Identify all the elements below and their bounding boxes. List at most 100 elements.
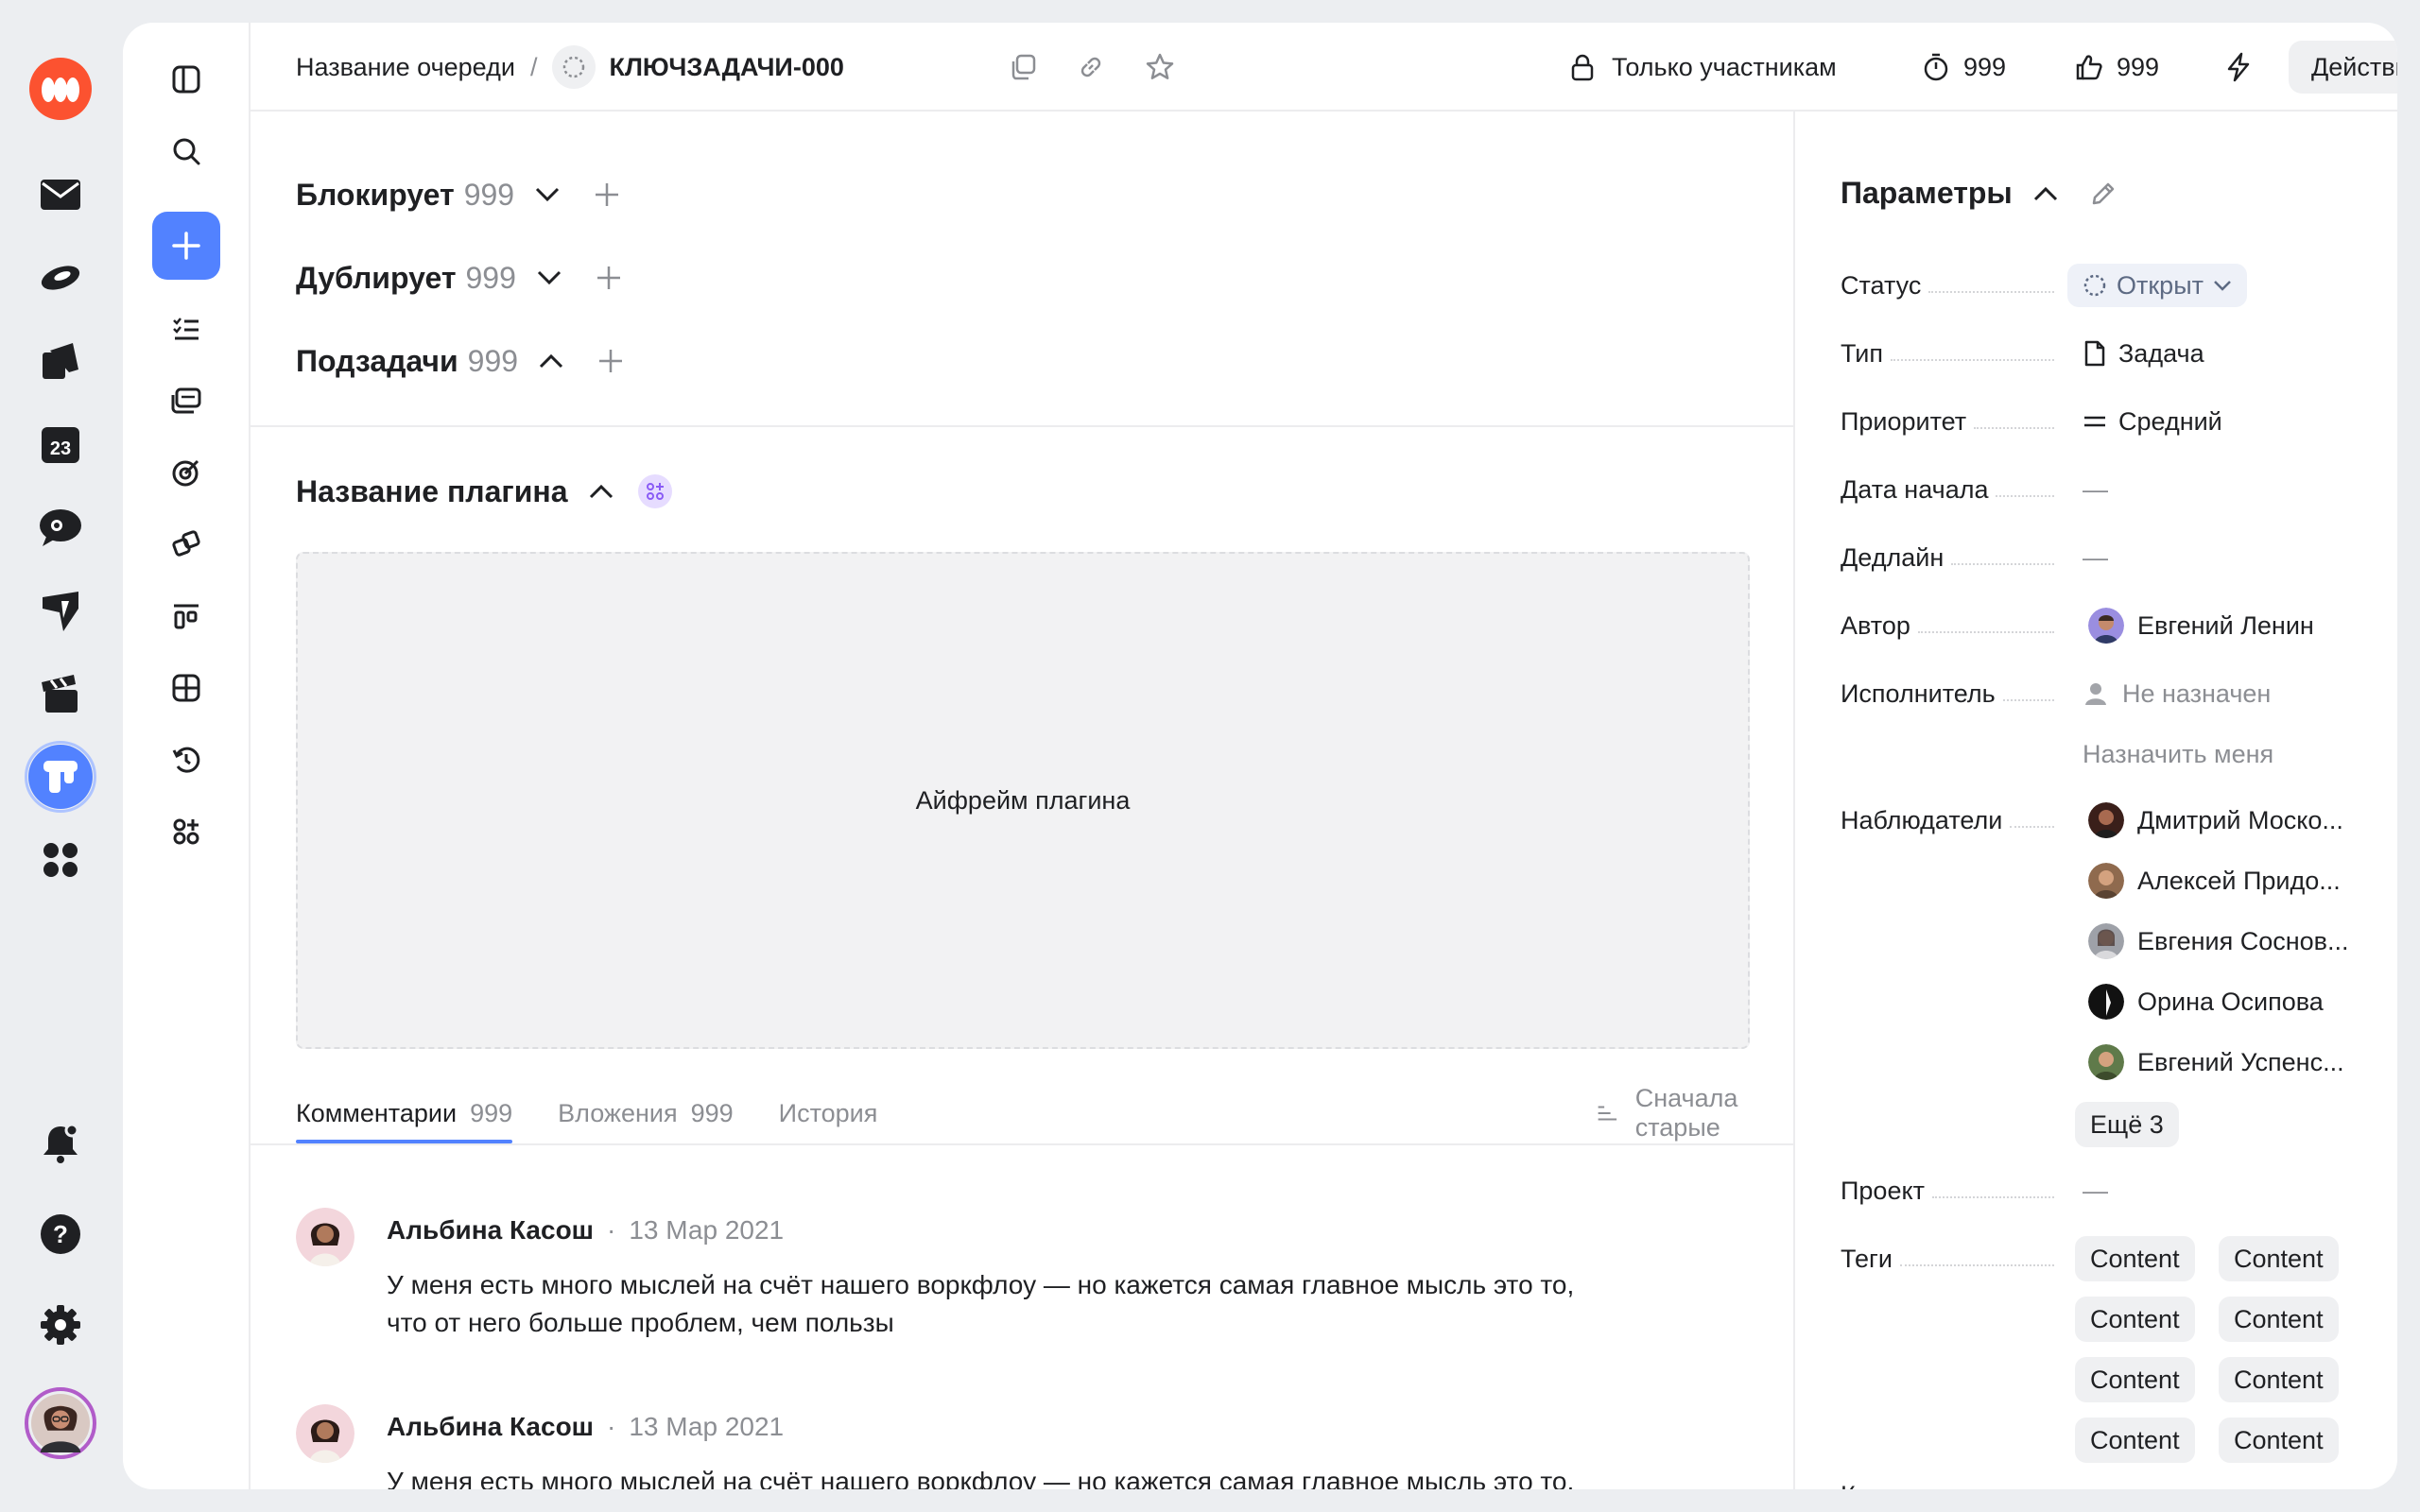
star-icon[interactable] xyxy=(1145,23,1175,112)
author-value: Евгений Ленин xyxy=(2137,610,2314,640)
type-value-field[interactable]: Задача xyxy=(2083,331,2204,376)
logo-icon[interactable] xyxy=(28,57,93,121)
history-icon[interactable] xyxy=(152,726,220,794)
links-duplicates[interactable]: Дублирует 999 xyxy=(296,249,622,306)
comment-author-avatar[interactable] xyxy=(296,1404,354,1463)
chevron-up-icon[interactable] xyxy=(2033,186,2058,201)
links-subtasks-label: Подзадачи xyxy=(296,343,458,378)
calendar-icon[interactable]: 23 xyxy=(28,412,93,476)
clapper-icon[interactable] xyxy=(28,662,93,726)
assignee-value-field[interactable]: Не назначен xyxy=(2083,671,2271,716)
settings-icon[interactable] xyxy=(28,1293,93,1357)
tag-chip[interactable]: Content xyxy=(2075,1297,2195,1342)
assign-me-link[interactable]: Назначить меня xyxy=(2083,731,2273,777)
comment-author-avatar[interactable] xyxy=(296,1208,354,1266)
plugin-iframe[interactable]: Айфрейм плагина xyxy=(296,552,1750,1049)
project-value[interactable]: — xyxy=(2083,1168,2108,1213)
messenger-icon[interactable] xyxy=(28,495,93,559)
assignee-value: Не назначен xyxy=(2122,679,2272,708)
param-author: Автор Евгений Ленин xyxy=(1841,603,2370,648)
comment-date: 13 Мар 2021 xyxy=(629,1215,785,1245)
chevron-up-icon[interactable] xyxy=(539,353,563,369)
issue-key[interactable]: КЛЮЧЗАДАЧИ-000 xyxy=(609,53,843,82)
status-dropdown[interactable]: Открыт xyxy=(2067,263,2247,308)
param-status: Статус Открыт xyxy=(1841,263,2370,308)
tag-chip[interactable]: Content xyxy=(2075,1357,2195,1402)
watcher-item[interactable]: Евгений Успенс... xyxy=(2088,1040,2344,1085)
links-blocks[interactable]: Блокирует 999 xyxy=(296,166,620,223)
tasks-icon[interactable] xyxy=(152,295,220,363)
copy-icon[interactable] xyxy=(1009,23,1037,112)
search-icon[interactable] xyxy=(152,117,220,185)
links-duplicates-count: 999 xyxy=(465,260,516,295)
status-value: Открыт xyxy=(2117,270,2204,300)
tag-chip[interactable]: Content xyxy=(2219,1297,2339,1342)
sort-toggle[interactable]: Сначала старые xyxy=(1597,1083,1793,1143)
tab-history[interactable]: История xyxy=(779,1083,878,1143)
more-watchers-button[interactable]: Ещё 3 xyxy=(2075,1102,2179,1147)
create-icon[interactable] xyxy=(152,212,220,280)
projects-icon[interactable] xyxy=(152,510,220,578)
profile-avatar[interactable] xyxy=(25,1387,96,1459)
deadline-value[interactable]: — xyxy=(2083,535,2108,580)
parameters-header[interactable]: Параметры xyxy=(1841,176,2117,211)
add-icon[interactable] xyxy=(596,265,622,291)
boards-icon[interactable] xyxy=(152,582,220,650)
docs-icon[interactable] xyxy=(28,329,93,393)
tracker-icon[interactable] xyxy=(25,741,96,813)
watcher-item[interactable]: Евгения Соснов... xyxy=(2088,919,2349,964)
disk-icon[interactable] xyxy=(28,246,93,310)
plugins-icon[interactable] xyxy=(152,798,220,866)
goals-icon[interactable] xyxy=(152,438,220,507)
issue-content: Блокирует 999 Дублирует 999 Подзадачи 99… xyxy=(251,112,1793,1489)
edit-icon[interactable] xyxy=(2090,180,2117,207)
thumbs-up-icon xyxy=(2076,55,2102,80)
watcher-item[interactable]: Дмитрий Моско... xyxy=(2088,798,2343,843)
access-badge[interactable]: Только участникам xyxy=(1568,23,1837,112)
sort-icon xyxy=(1598,1106,1617,1121)
tab-comments[interactable]: Комментарии 999 xyxy=(296,1083,513,1143)
param-tags-label: Теги xyxy=(1841,1244,1893,1273)
sort-label: Сначала старые xyxy=(1634,1084,1738,1142)
chevron-down-icon[interactable] xyxy=(535,187,560,202)
notifications-icon[interactable] xyxy=(28,1111,93,1176)
link-icon[interactable] xyxy=(1077,23,1105,112)
param-component-label: Компонент xyxy=(1841,1481,1969,1490)
tag-chip[interactable]: Content xyxy=(2075,1418,2195,1463)
priority-value-field[interactable]: Средний xyxy=(2083,399,2222,444)
tab-history-label: История xyxy=(778,1098,878,1127)
automation-icon[interactable] xyxy=(2224,23,2253,112)
param-deadline: Дедлайн — xyxy=(1841,535,2370,580)
tab-attachments[interactable]: Вложения 999 xyxy=(558,1083,734,1143)
dashboards-icon[interactable] xyxy=(152,654,220,722)
watcher-item[interactable]: Алексей Придо... xyxy=(2088,858,2341,903)
comment-author[interactable]: Альбина Касош xyxy=(387,1412,594,1442)
comment-author[interactable]: Альбина Касош xyxy=(387,1215,594,1246)
like-button[interactable]: 999 xyxy=(2075,23,2159,112)
start-date-value[interactable]: — xyxy=(2083,467,2108,512)
actions-dropdown[interactable]: Действия xyxy=(2289,23,2397,112)
author-value-field[interactable]: Евгений Ленин xyxy=(2088,603,2314,648)
tag-chip[interactable]: Content xyxy=(2219,1357,2339,1402)
links-blocks-count: 999 xyxy=(463,177,515,212)
tag-chip[interactable]: Content xyxy=(2075,1236,2195,1281)
add-icon[interactable] xyxy=(597,348,624,374)
mail-icon[interactable] xyxy=(28,163,93,227)
queues-icon[interactable] xyxy=(152,367,220,435)
watcher-item[interactable]: Орина Осипова xyxy=(2088,979,2324,1024)
chevron-up-icon[interactable] xyxy=(589,484,614,499)
tag-chip[interactable]: Content xyxy=(2219,1236,2339,1281)
likes-count: 999 xyxy=(2117,52,2160,81)
chevron-down-icon[interactable] xyxy=(537,270,562,285)
forms-icon[interactable] xyxy=(28,578,93,643)
tab-comments-label: Комментарии xyxy=(296,1098,458,1127)
tag-chip[interactable]: Content xyxy=(2219,1418,2339,1463)
add-icon[interactable] xyxy=(594,181,620,208)
plugin-header[interactable]: Название плагина xyxy=(296,463,672,520)
panel-toggle-icon[interactable] xyxy=(152,45,220,113)
links-subtasks[interactable]: Подзадачи 999 xyxy=(296,333,624,389)
help-icon[interactable]: ? xyxy=(28,1202,93,1266)
time-tracking[interactable]: 999 xyxy=(1922,23,2006,112)
breadcrumb-queue[interactable]: Название очереди xyxy=(296,53,515,82)
services-icon[interactable] xyxy=(28,828,93,892)
